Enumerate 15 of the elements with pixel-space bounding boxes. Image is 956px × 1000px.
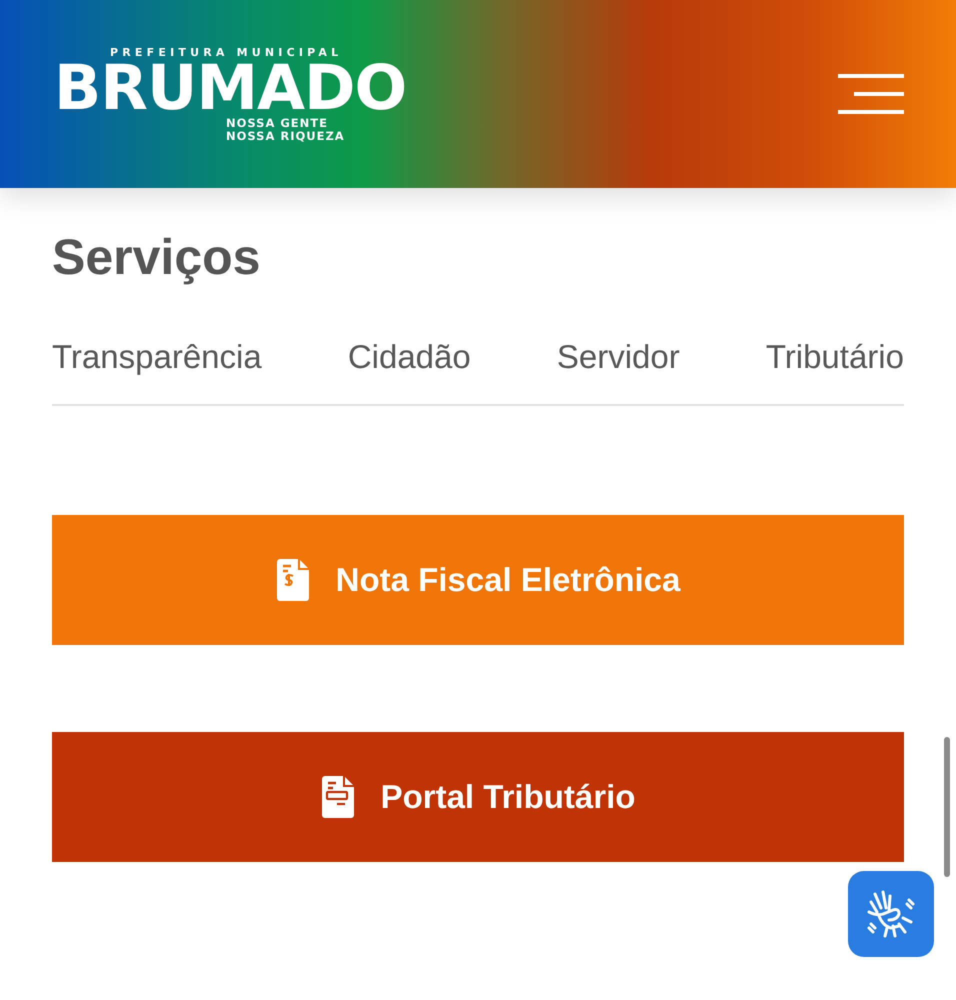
invoice-icon xyxy=(276,558,310,602)
hands-icon xyxy=(865,888,917,940)
category-tab[interactable]: Tributário xyxy=(766,338,904,376)
category-tab[interactable]: Cidadão xyxy=(348,338,471,376)
logo-name: BRUMADO xyxy=(54,58,406,116)
document-icon xyxy=(320,775,355,819)
category-tab[interactable]: Transparência xyxy=(52,338,262,376)
category-tab[interactable]: Servidor xyxy=(556,338,680,376)
menu-icon[interactable] xyxy=(838,74,904,114)
service-button[interactable]: Portal Tributário xyxy=(52,732,904,862)
section-title: Serviços xyxy=(52,228,262,286)
sign-language-button[interactable] xyxy=(848,871,934,957)
logo-subtitle: PREFEITURA MUNICIPAL xyxy=(110,46,344,58)
logo-tagline: NOSSA RIQUEZA xyxy=(226,130,346,142)
logo-tagline: NOSSA GENTE xyxy=(226,116,329,130)
